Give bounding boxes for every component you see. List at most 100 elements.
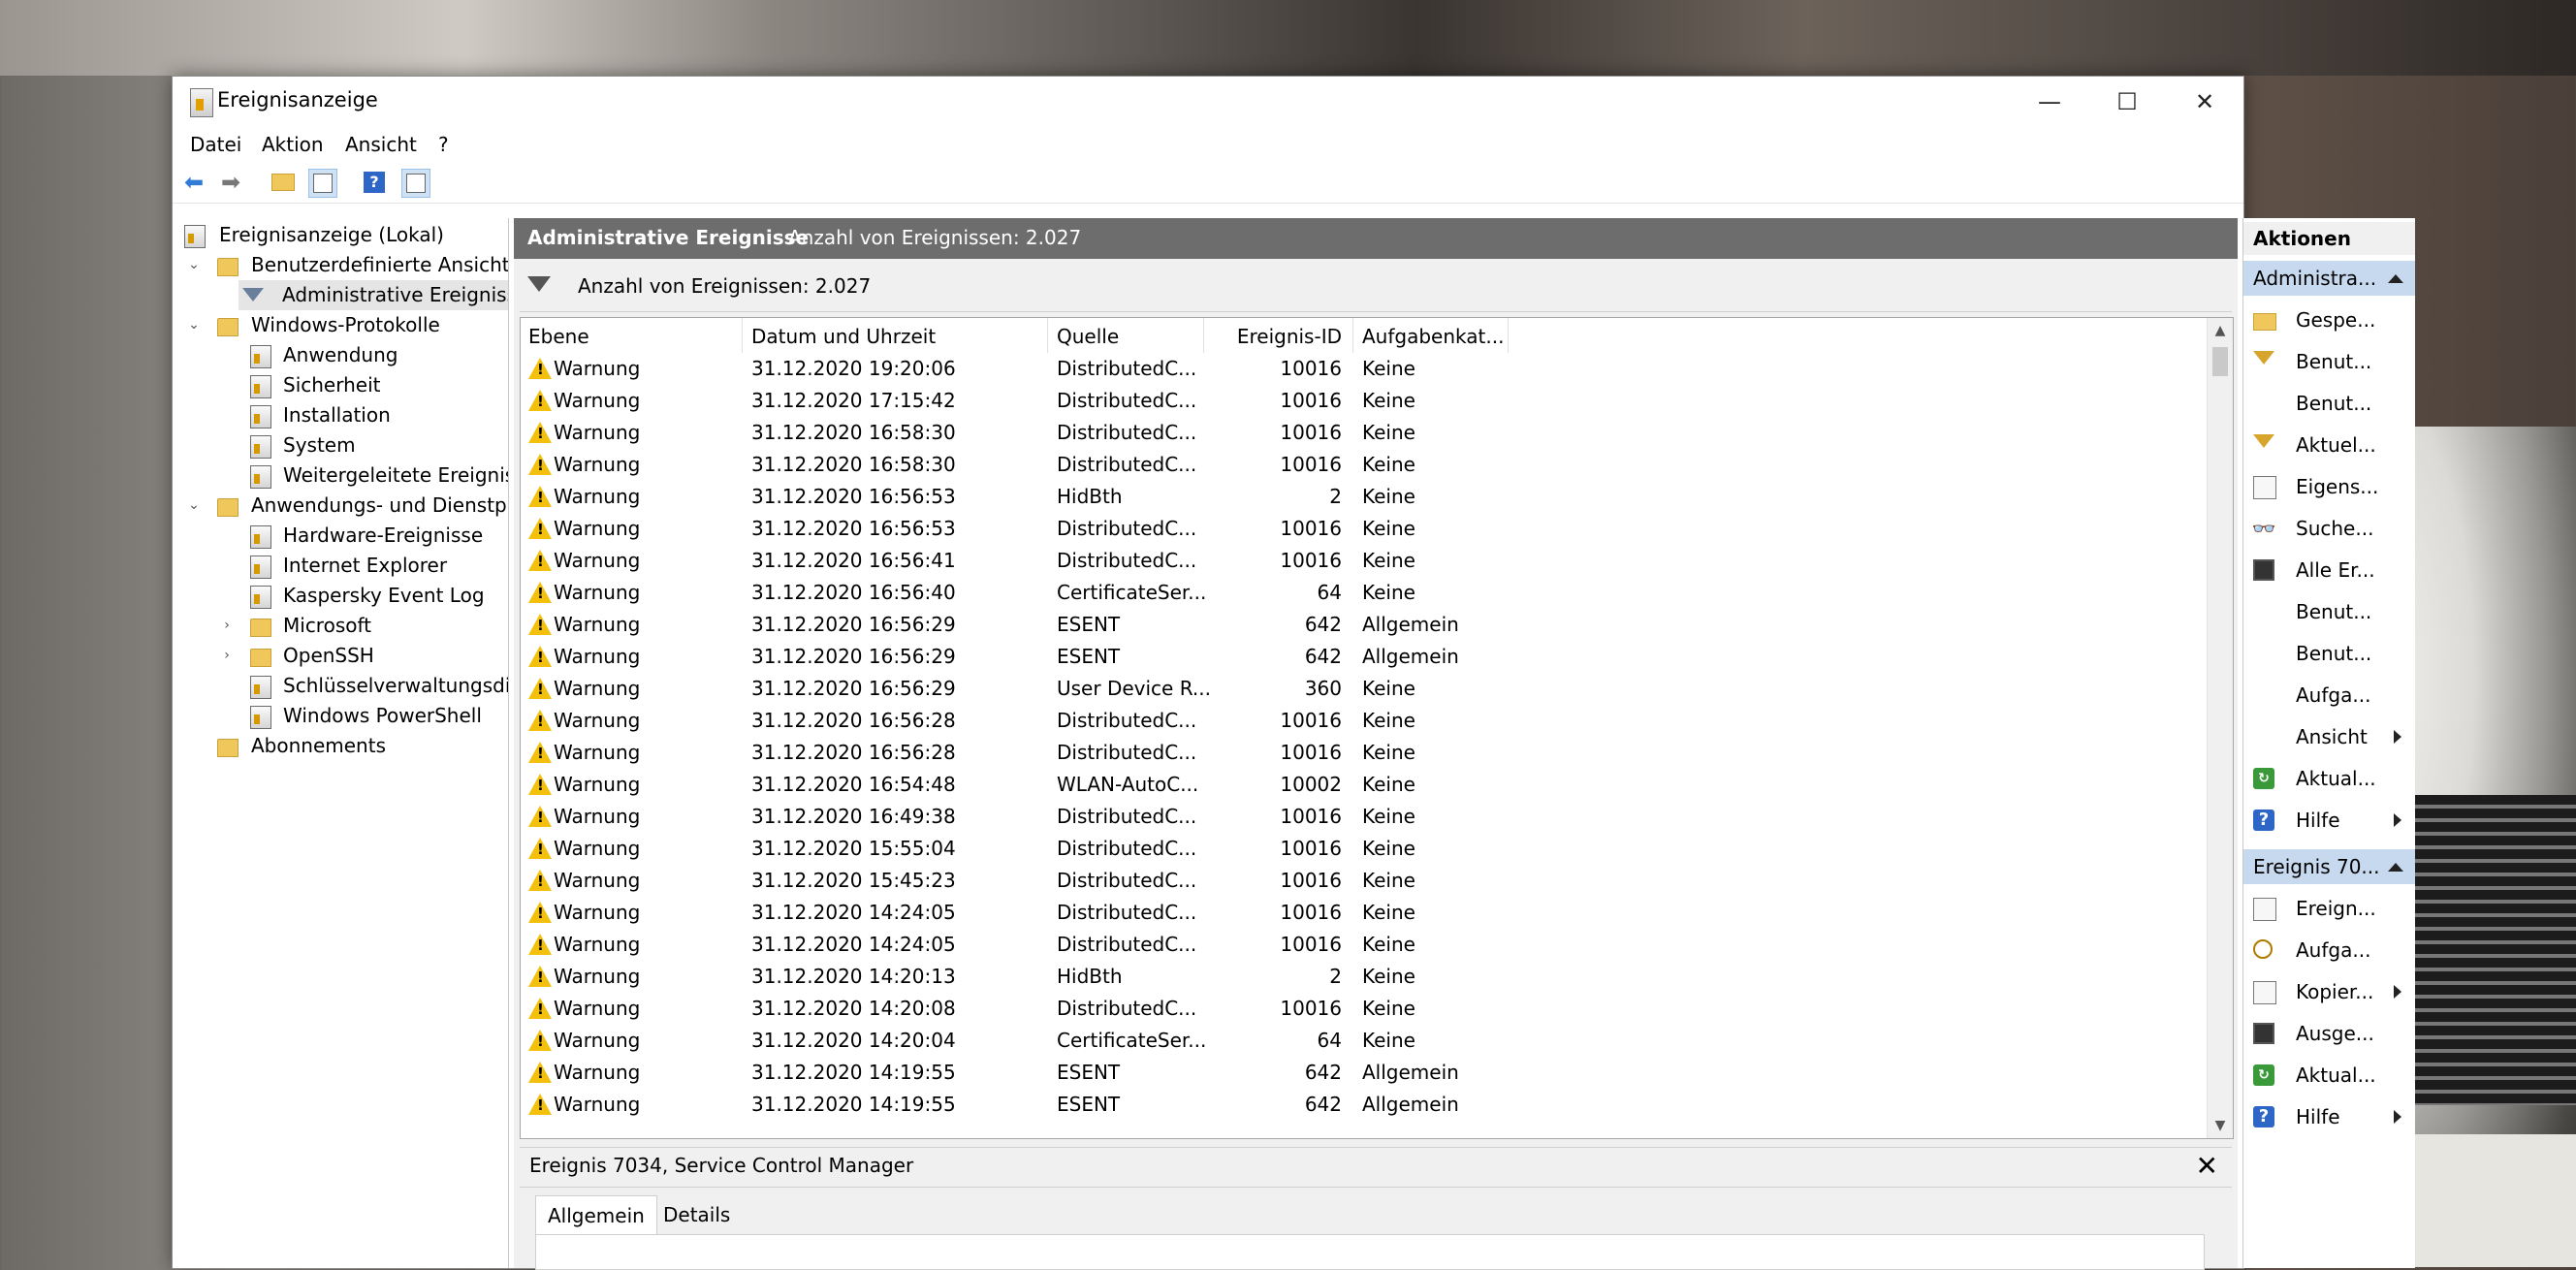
action-item[interactable]: Eigens... — [2243, 466, 2415, 507]
table-row[interactable]: Warnung 31.12.2020 16:56:29 ESENT 642 Allgem… — [521, 609, 2208, 641]
table-row[interactable]: Warnung 31.12.2020 16:49:38 DistributedC..… — [521, 801, 2208, 833]
tree-item-microsoft[interactable]: › Microsoft — [176, 611, 508, 641]
tree-item-hardware-events[interactable]: Hardware-Ereignisse — [176, 521, 508, 551]
tree-app-services[interactable]: ⌄ Anwendungs- und Dienstprotokolle — [176, 491, 508, 521]
scrollbar-thumb[interactable] — [2212, 347, 2228, 376]
title-bar[interactable]: Ereignisanzeige — ☐ ✕ — [173, 77, 2243, 127]
action-item[interactable]: Benut... — [2243, 591, 2415, 632]
tab-allgemein[interactable]: Allgemein — [535, 1195, 657, 1235]
table-row[interactable]: Warnung 31.12.2020 16:56:29 ESENT 642 Allgem… — [521, 641, 2208, 673]
tree-item-system[interactable]: System — [176, 430, 508, 460]
table-row[interactable]: Warnung 31.12.2020 16:56:40 CertificateSer… — [521, 577, 2208, 609]
table-row[interactable]: Warnung 31.12.2020 19:20:06 DistributedC..… — [521, 353, 2208, 385]
chevron-right-icon[interactable]: › — [219, 641, 235, 671]
action-item[interactable]: Gespe... — [2243, 300, 2415, 340]
forward-arrow-icon[interactable]: ➡ — [217, 169, 244, 196]
tree-item-internet-explorer[interactable]: Internet Explorer — [176, 551, 508, 581]
chevron-down-icon[interactable]: ⌄ — [186, 310, 202, 340]
table-vertical-scrollbar[interactable]: ▲ ▼ — [2207, 318, 2233, 1138]
tree-item-key-management[interactable]: Schlüsselverwaltungsdienst — [176, 671, 508, 701]
menu-datei[interactable]: Datei — [190, 133, 241, 156]
actions-section-admin[interactable]: Administra... — [2243, 261, 2415, 296]
table-row[interactable]: Warnung 31.12.2020 14:20:08 DistributedC..… — [521, 993, 2208, 1025]
table-row[interactable]: Warnung 31.12.2020 15:45:23 DistributedC..… — [521, 865, 2208, 897]
cell-event-id: 64 — [1317, 581, 1342, 604]
help-icon[interactable]: ? — [361, 169, 388, 196]
table-row[interactable]: Warnung 31.12.2020 14:24:05 DistributedC..… — [521, 897, 2208, 929]
action-item[interactable]: Aufga... — [2243, 930, 2415, 970]
table-row[interactable]: Warnung 31.12.2020 14:24:05 DistributedC..… — [521, 929, 2208, 961]
table-row[interactable]: Warnung 31.12.2020 16:58:30 DistributedC..… — [521, 449, 2208, 481]
tree-item-powershell[interactable]: Windows PowerShell — [176, 701, 508, 731]
tree-subscriptions[interactable]: Abonnements — [176, 731, 508, 761]
tab-details[interactable]: Details — [652, 1195, 742, 1234]
table-row[interactable]: Warnung 31.12.2020 16:56:53 DistributedC..… — [521, 513, 2208, 545]
table-row[interactable]: Warnung 31.12.2020 16:58:30 DistributedC..… — [521, 417, 2208, 449]
save-icon — [2253, 1023, 2274, 1044]
cell-task-category: Allgemein — [1362, 1093, 1459, 1116]
table-row[interactable]: Warnung 31.12.2020 14:19:55 ESENT 642 Allgem… — [521, 1057, 2208, 1089]
table-row[interactable]: Warnung 31.12.2020 16:56:29 User Device R.… — [521, 673, 2208, 705]
column-header-event-id[interactable]: Ereignis-ID — [1214, 325, 1342, 348]
column-header-source[interactable]: Quelle — [1057, 325, 1119, 348]
chevron-down-icon[interactable]: ⌄ — [186, 491, 202, 521]
tree-item-sicherheit[interactable]: Sicherheit — [176, 370, 508, 400]
scroll-down-icon[interactable]: ▼ — [2208, 1113, 2233, 1138]
tree-windows-logs[interactable]: ⌄ Windows-Protokolle — [176, 310, 508, 340]
action-item[interactable]: Aufga... — [2243, 675, 2415, 715]
tree-item-kaspersky[interactable]: Kaspersky Event Log — [176, 581, 508, 611]
action-item[interactable]: Ausge... — [2243, 1013, 2415, 1054]
action-item[interactable]: Kopier... — [2243, 971, 2415, 1012]
table-row[interactable]: Warnung 31.12.2020 16:54:48 WLAN-AutoC... 1… — [521, 769, 2208, 801]
minimize-button[interactable]: — — [2011, 77, 2088, 127]
table-row[interactable]: Warnung 31.12.2020 15:55:04 DistributedC..… — [521, 833, 2208, 865]
menu-ansicht[interactable]: Ansicht — [345, 133, 417, 156]
chevron-right-icon[interactable]: › — [219, 611, 235, 641]
tree-root[interactable]: Ereignisanzeige (Lokal) — [176, 220, 508, 250]
table-row[interactable]: Warnung 31.12.2020 17:15:42 DistributedC..… — [521, 385, 2208, 417]
properties-icon[interactable] — [308, 169, 337, 198]
collapse-caret-icon[interactable] — [2388, 863, 2403, 872]
tree-custom-views[interactable]: ⌄ Benutzerdefinierte Ansichten — [176, 250, 508, 280]
action-item[interactable]: Benut... — [2243, 341, 2415, 382]
collapse-caret-icon[interactable] — [2388, 274, 2403, 283]
table-row[interactable]: Warnung 31.12.2020 16:56:28 DistributedC..… — [521, 737, 2208, 769]
table-row[interactable]: Warnung 31.12.2020 16:56:41 DistributedC..… — [521, 545, 2208, 577]
close-detail-icon[interactable]: ✕ — [2196, 1150, 2218, 1182]
action-item[interactable]: ? Hilfe — [2243, 800, 2415, 841]
column-header-task-category[interactable]: Aufgabenkat... — [1362, 325, 1504, 348]
action-item[interactable]: Alle Er... — [2243, 550, 2415, 590]
actions-section-event[interactable]: Ereignis 70... — [2243, 849, 2415, 884]
cell-date: 31.12.2020 16:56:53 — [751, 485, 956, 508]
column-header-level[interactable]: Ebene — [528, 325, 589, 348]
back-arrow-icon[interactable]: ⬅ — [180, 169, 207, 196]
tree-item-openssh[interactable]: › OpenSSH — [176, 641, 508, 671]
table-row[interactable]: Warnung 31.12.2020 14:20:13 HidBth 2 Keine — [521, 961, 2208, 993]
action-item[interactable]: Ereign... — [2243, 888, 2415, 929]
folder-up-icon[interactable] — [270, 169, 297, 196]
tree-admin-events[interactable]: Administrative Ereignisse — [239, 280, 508, 310]
column-header-date[interactable]: Datum und Uhrzeit — [751, 325, 936, 348]
maximize-button[interactable]: ☐ — [2088, 77, 2166, 127]
show-hide-pane-icon[interactable] — [401, 169, 430, 198]
chevron-down-icon[interactable]: ⌄ — [186, 250, 202, 280]
action-item[interactable]: Aktuel... — [2243, 425, 2415, 465]
action-item[interactable]: ↻ Aktual... — [2243, 1055, 2415, 1095]
table-row[interactable]: Warnung 31.12.2020 14:19:55 ESENT 642 Allgem… — [521, 1089, 2208, 1121]
scroll-up-icon[interactable]: ▲ — [2208, 318, 2233, 343]
menu-aktion[interactable]: Aktion — [262, 133, 324, 156]
tree-item-installation[interactable]: Installation — [176, 400, 508, 430]
close-window-button[interactable]: ✕ — [2166, 77, 2243, 127]
tree-item-forwarded-events[interactable]: Weitergeleitete Ereignisse — [176, 460, 508, 491]
action-item[interactable]: ? Hilfe — [2243, 1096, 2415, 1137]
menu-help[interactable]: ? — [438, 133, 449, 156]
action-item[interactable]: Benut... — [2243, 633, 2415, 674]
table-row[interactable]: Warnung 31.12.2020 16:56:53 HidBth 2 Keine — [521, 481, 2208, 513]
action-item[interactable]: 👓 Suche... — [2243, 508, 2415, 549]
tree-item-anwendung[interactable]: Anwendung — [176, 340, 508, 370]
action-item[interactable]: ↻ Aktual... — [2243, 758, 2415, 799]
table-row[interactable]: Warnung 31.12.2020 14:20:04 CertificateSer… — [521, 1025, 2208, 1057]
action-item[interactable]: Benut... — [2243, 383, 2415, 424]
action-item[interactable]: Ansicht — [2243, 716, 2415, 757]
table-row[interactable]: Warnung 31.12.2020 16:56:28 DistributedC..… — [521, 705, 2208, 737]
